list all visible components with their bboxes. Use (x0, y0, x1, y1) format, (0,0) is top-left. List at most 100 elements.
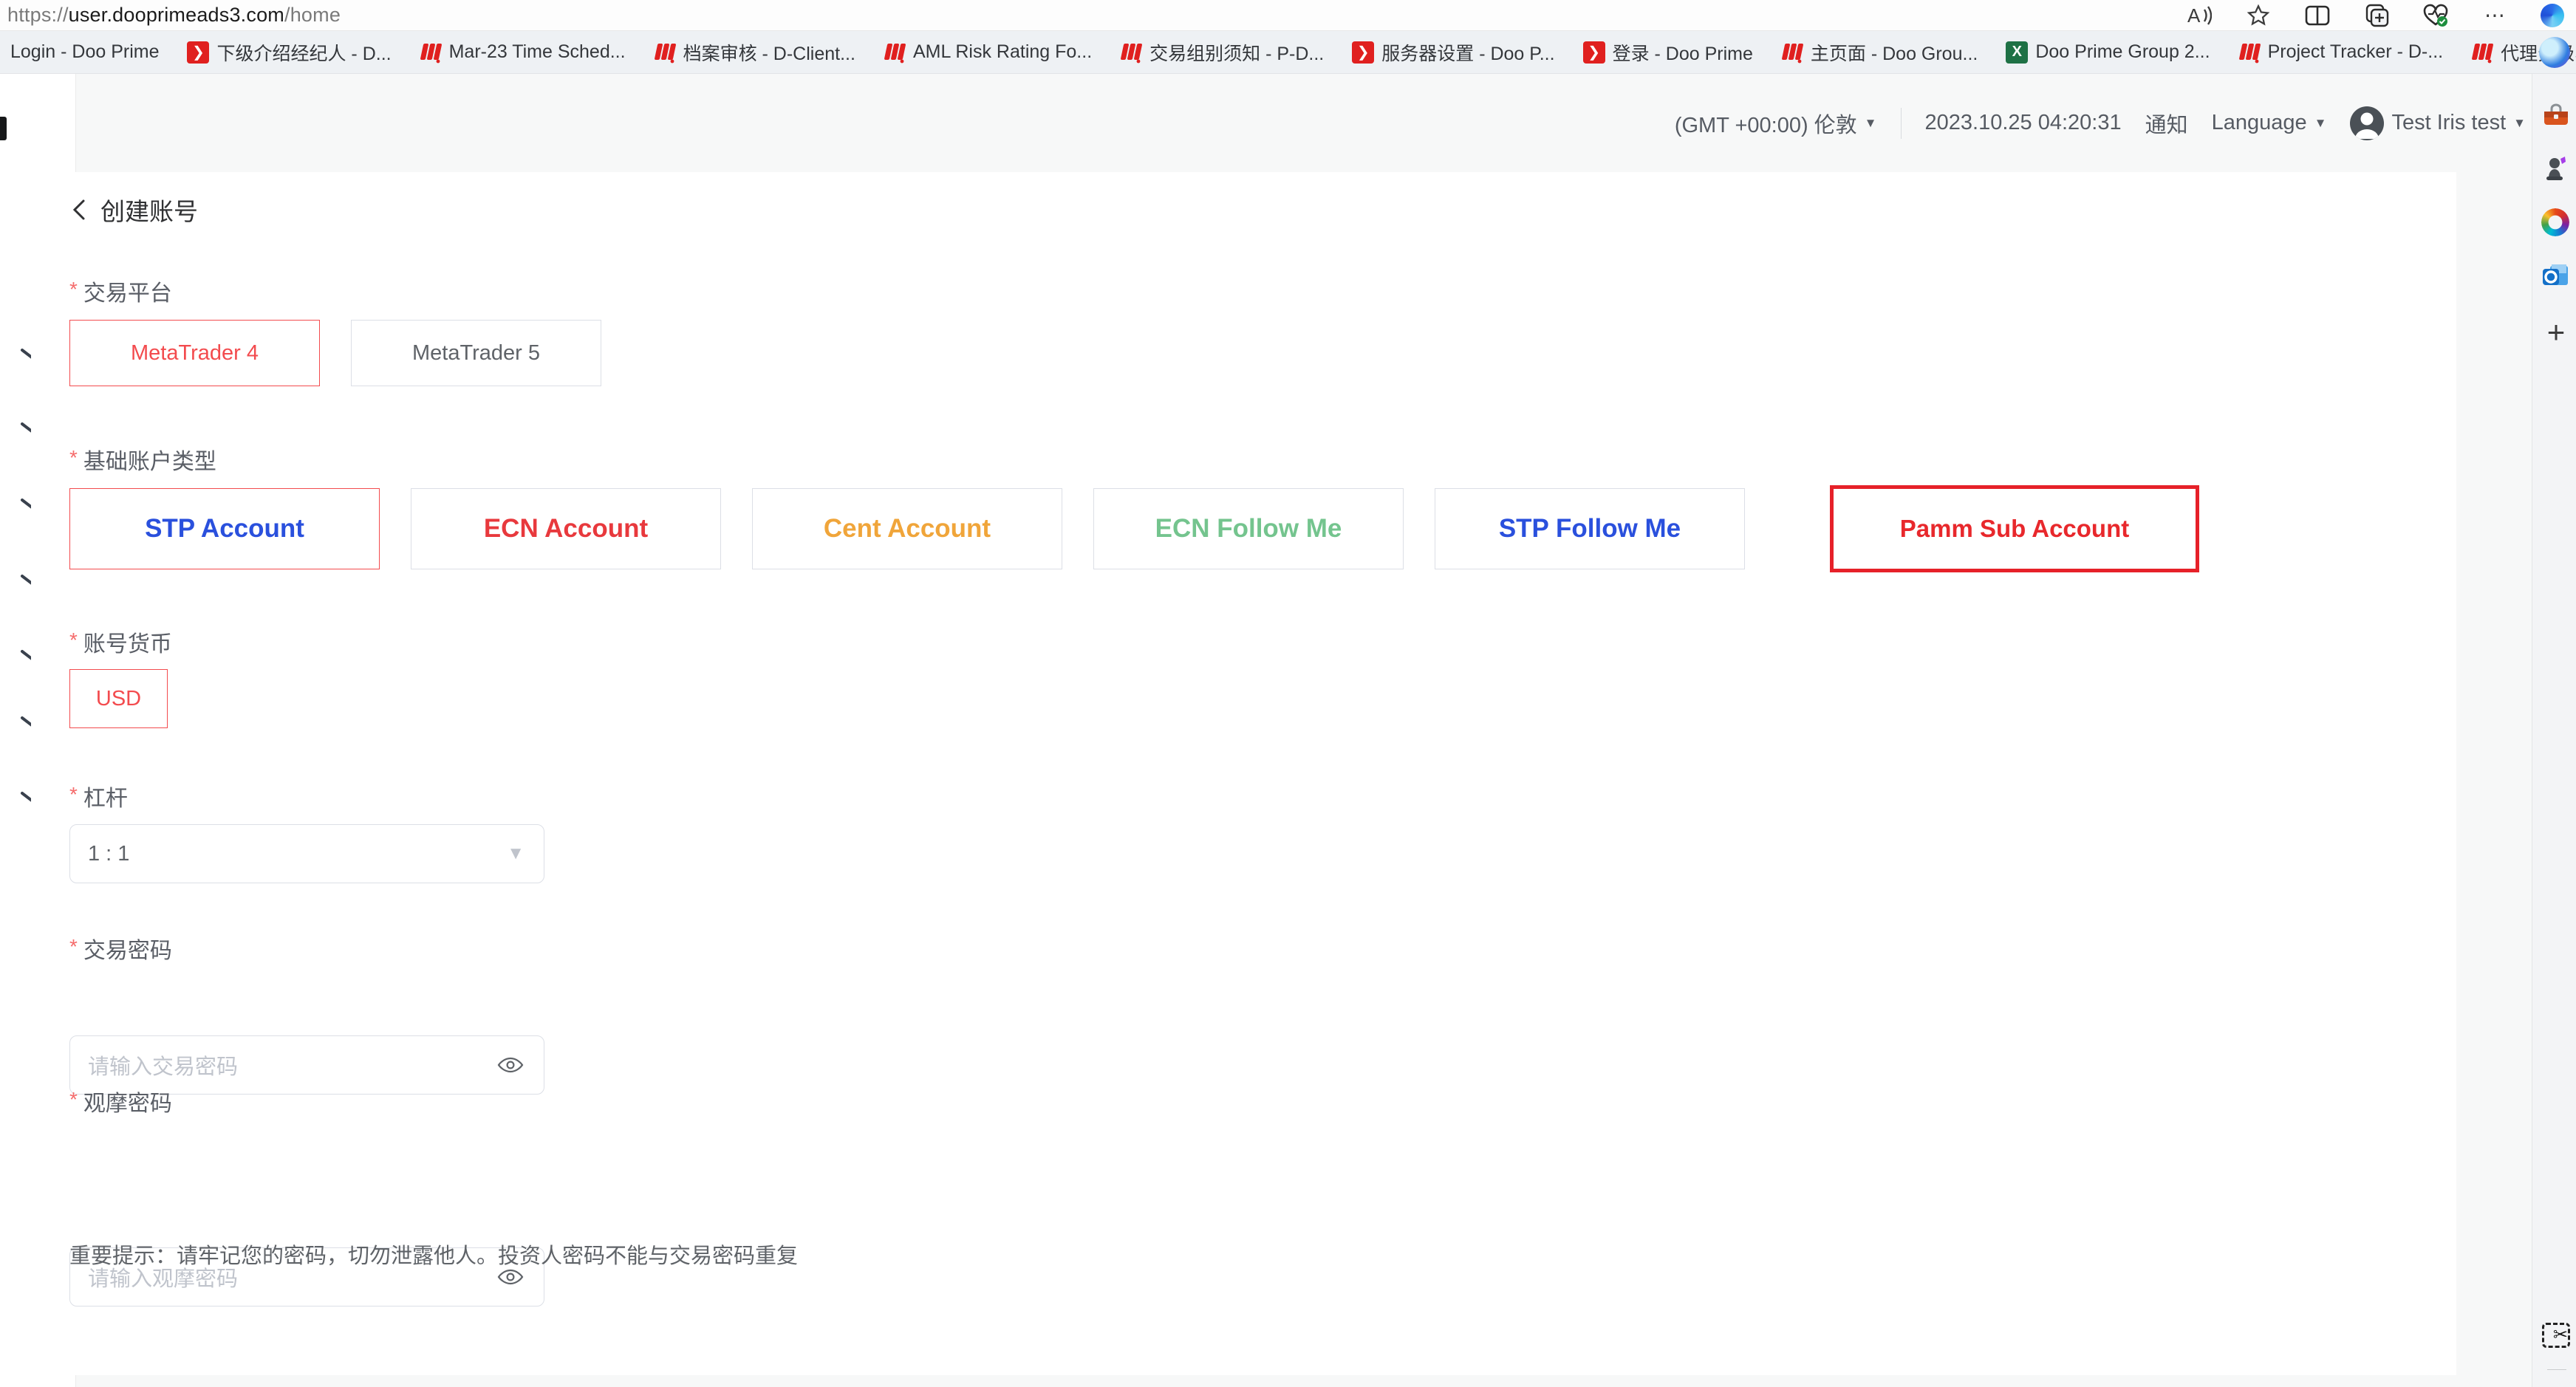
microsoft-365-icon[interactable] (2541, 208, 2569, 236)
svg-text:A: A (2187, 4, 2201, 27)
bookmark-item[interactable]: 交易组别须知 - P-D... (1120, 39, 1324, 66)
url-address[interactable]: https://user.dooprimeads3.com/home (0, 4, 341, 27)
notifications-label: 通知 (2145, 108, 2188, 139)
back-icon[interactable] (69, 197, 89, 222)
url-path: /home (284, 4, 341, 26)
user-menu[interactable]: Test Iris test ▼ (2350, 106, 2526, 140)
caret-down-icon: ▼ (1865, 116, 1877, 131)
browser-url-bar: https://user.dooprimeads3.com/home A ⋯ (0, 0, 2576, 31)
bookmark-item[interactable]: ❯下级介绍经纪人 - D... (187, 39, 391, 66)
bookmark-item[interactable]: 主页面 - Doo Grou... (1781, 39, 1978, 66)
copilot-icon[interactable] (2541, 4, 2564, 27)
platform-field-label: * 交易平台 (69, 275, 172, 307)
eye-icon[interactable] (496, 1054, 525, 1076)
language-selector[interactable]: Language ▼ (2212, 111, 2327, 135)
account-type-stp[interactable]: STP Account (69, 488, 380, 569)
field-label-text: 杠杆 (83, 780, 128, 812)
account-type-ecn[interactable]: ECN Account (411, 488, 721, 569)
header-divider (1901, 108, 1902, 139)
field-label-text: 交易平台 (83, 275, 172, 307)
bookmark-item[interactable]: Project Tracker - D-... (2238, 41, 2444, 64)
currency-field-label: * 账号货币 (69, 626, 172, 658)
browser-essentials-icon[interactable] (2422, 2, 2449, 29)
trade-password-field-label: * 交易密码 (69, 932, 172, 965)
field-label-text: 账号货币 (83, 626, 172, 658)
bookmark-label: 下级介绍经纪人 - D... (216, 39, 391, 66)
bookmark-label: 交易组别须知 - P-D... (1149, 39, 1324, 66)
url-scheme: https:// (7, 4, 69, 26)
collections-add-icon[interactable] (2363, 2, 2390, 29)
account-type-cent[interactable]: Cent Account (752, 488, 1062, 569)
partial-logo-mark (0, 117, 7, 140)
account-type-stp-follow[interactable]: STP Follow Me (1435, 488, 1745, 569)
bookmark-label: Doo Prime Group 2... (2035, 41, 2210, 63)
bookmark-item[interactable]: ❯ 登录 - Doo Prime (1583, 39, 1753, 66)
games-pawn-icon[interactable] (2541, 154, 2571, 183)
timezone-label: (GMT +00:00) 伦敦 (1675, 108, 1857, 139)
bookmark-label: 服务器设置 - Doo P... (1381, 39, 1554, 66)
caret-down-icon: ▼ (2513, 116, 2526, 131)
sidebar-copilot-icon[interactable] (2539, 37, 2570, 68)
notifications-link[interactable]: 通知 (2145, 108, 2188, 139)
avatar (2350, 106, 2384, 140)
toolbox-icon[interactable] (2541, 100, 2571, 130)
doo-prime-logo-icon (1781, 41, 1803, 64)
field-label-text: 基础账户类型 (83, 443, 216, 476)
browser-toolbar: A ⋯ (2186, 2, 2576, 29)
bookmark-label: Login - Doo Prime (10, 41, 159, 63)
timezone-selector[interactable]: (GMT +00:00) 伦敦 ▼ (1675, 108, 1877, 139)
read-aloud-icon[interactable]: A (2186, 2, 2213, 29)
datetime-label: 2023.10.25 04:20:31 (1925, 111, 2122, 135)
platform-option-mt5[interactable]: MetaTrader 5 (351, 320, 601, 386)
sidebar-divider (2547, 1369, 2566, 1370)
account-type-options: STP Account ECN Account Cent Account ECN… (69, 488, 2419, 569)
favorite-star-icon[interactable] (2245, 2, 2272, 29)
account-type-field-label: * 基础账户类型 (69, 443, 216, 476)
screenshot-snip-icon[interactable]: ✂ (2541, 1321, 2571, 1350)
doo-prime-logo-icon (654, 41, 676, 64)
leverage-select[interactable]: 1 : 1 ▼ (69, 824, 544, 883)
required-asterisk: * (69, 278, 78, 301)
bookmark-item[interactable]: X Doo Prime Group 2... (2006, 41, 2210, 64)
field-label-text: 观摩密码 (83, 1085, 172, 1117)
bookmark-label: 登录 - Doo Prime (1613, 39, 1753, 66)
caret-down-icon: ▼ (2314, 116, 2327, 131)
currency-options: USD (69, 669, 168, 728)
required-asterisk: * (69, 629, 78, 652)
bookmark-item[interactable]: Mar-23 Time Sched... (420, 41, 626, 64)
account-type-ecn-follow[interactable]: ECN Follow Me (1093, 488, 1404, 569)
account-type-pamm-sub-highlighted[interactable]: Pamm Sub Account (1830, 485, 2199, 572)
bookmark-label: AML Risk Rating Fo... (913, 41, 1092, 63)
doo-arrow-icon: ❯ (1583, 41, 1605, 64)
bookmark-label: 档案审核 - D-Client... (683, 39, 855, 66)
doo-prime-logo-icon (420, 41, 442, 64)
language-label: Language (2212, 111, 2307, 135)
bookmark-label: Mar-23 Time Sched... (449, 41, 626, 63)
leverage-value: 1 : 1 (88, 842, 129, 866)
edge-sidebar: + ✂ (2532, 74, 2576, 1387)
bookmark-label: Project Tracker - D-... (2268, 41, 2444, 63)
create-account-card: 创建账号 * 交易平台 MetaTrader 4 MetaTrader 5 * … (31, 172, 2456, 1375)
web-page: (GMT +00:00) 伦敦 ▼ 2023.10.25 04:20:31 通知… (0, 74, 2576, 1387)
add-sidebar-item-icon[interactable]: + (2541, 318, 2571, 347)
page-header: (GMT +00:00) 伦敦 ▼ 2023.10.25 04:20:31 通知… (76, 74, 2532, 172)
bookmark-item[interactable]: Login - Doo Prime (10, 41, 159, 63)
currency-option-usd[interactable]: USD (69, 669, 168, 728)
split-screen-icon[interactable] (2304, 2, 2331, 29)
bookmark-item[interactable]: AML Risk Rating Fo... (884, 41, 1092, 64)
doo-prime-logo-icon (2471, 41, 2493, 64)
doo-prime-logo-icon (1120, 41, 1142, 64)
platform-options: MetaTrader 4 MetaTrader 5 (69, 320, 601, 386)
outlook-icon[interactable] (2541, 261, 2571, 291)
excel-icon: X (2006, 41, 2028, 64)
required-asterisk: * (69, 935, 78, 959)
bookmark-item[interactable]: ❯服务器设置 - Doo P... (1352, 39, 1554, 66)
required-asterisk: * (69, 783, 78, 806)
leverage-field-label: * 杠杆 (69, 780, 128, 812)
more-options-icon[interactable]: ⋯ (2481, 2, 2508, 29)
current-datetime: 2023.10.25 04:20:31 (1925, 111, 2122, 135)
doo-prime-logo-icon (884, 41, 906, 64)
page-title: 创建账号 (100, 192, 198, 227)
platform-option-mt4[interactable]: MetaTrader 4 (69, 320, 320, 386)
bookmark-item[interactable]: 档案审核 - D-Client... (654, 39, 855, 66)
